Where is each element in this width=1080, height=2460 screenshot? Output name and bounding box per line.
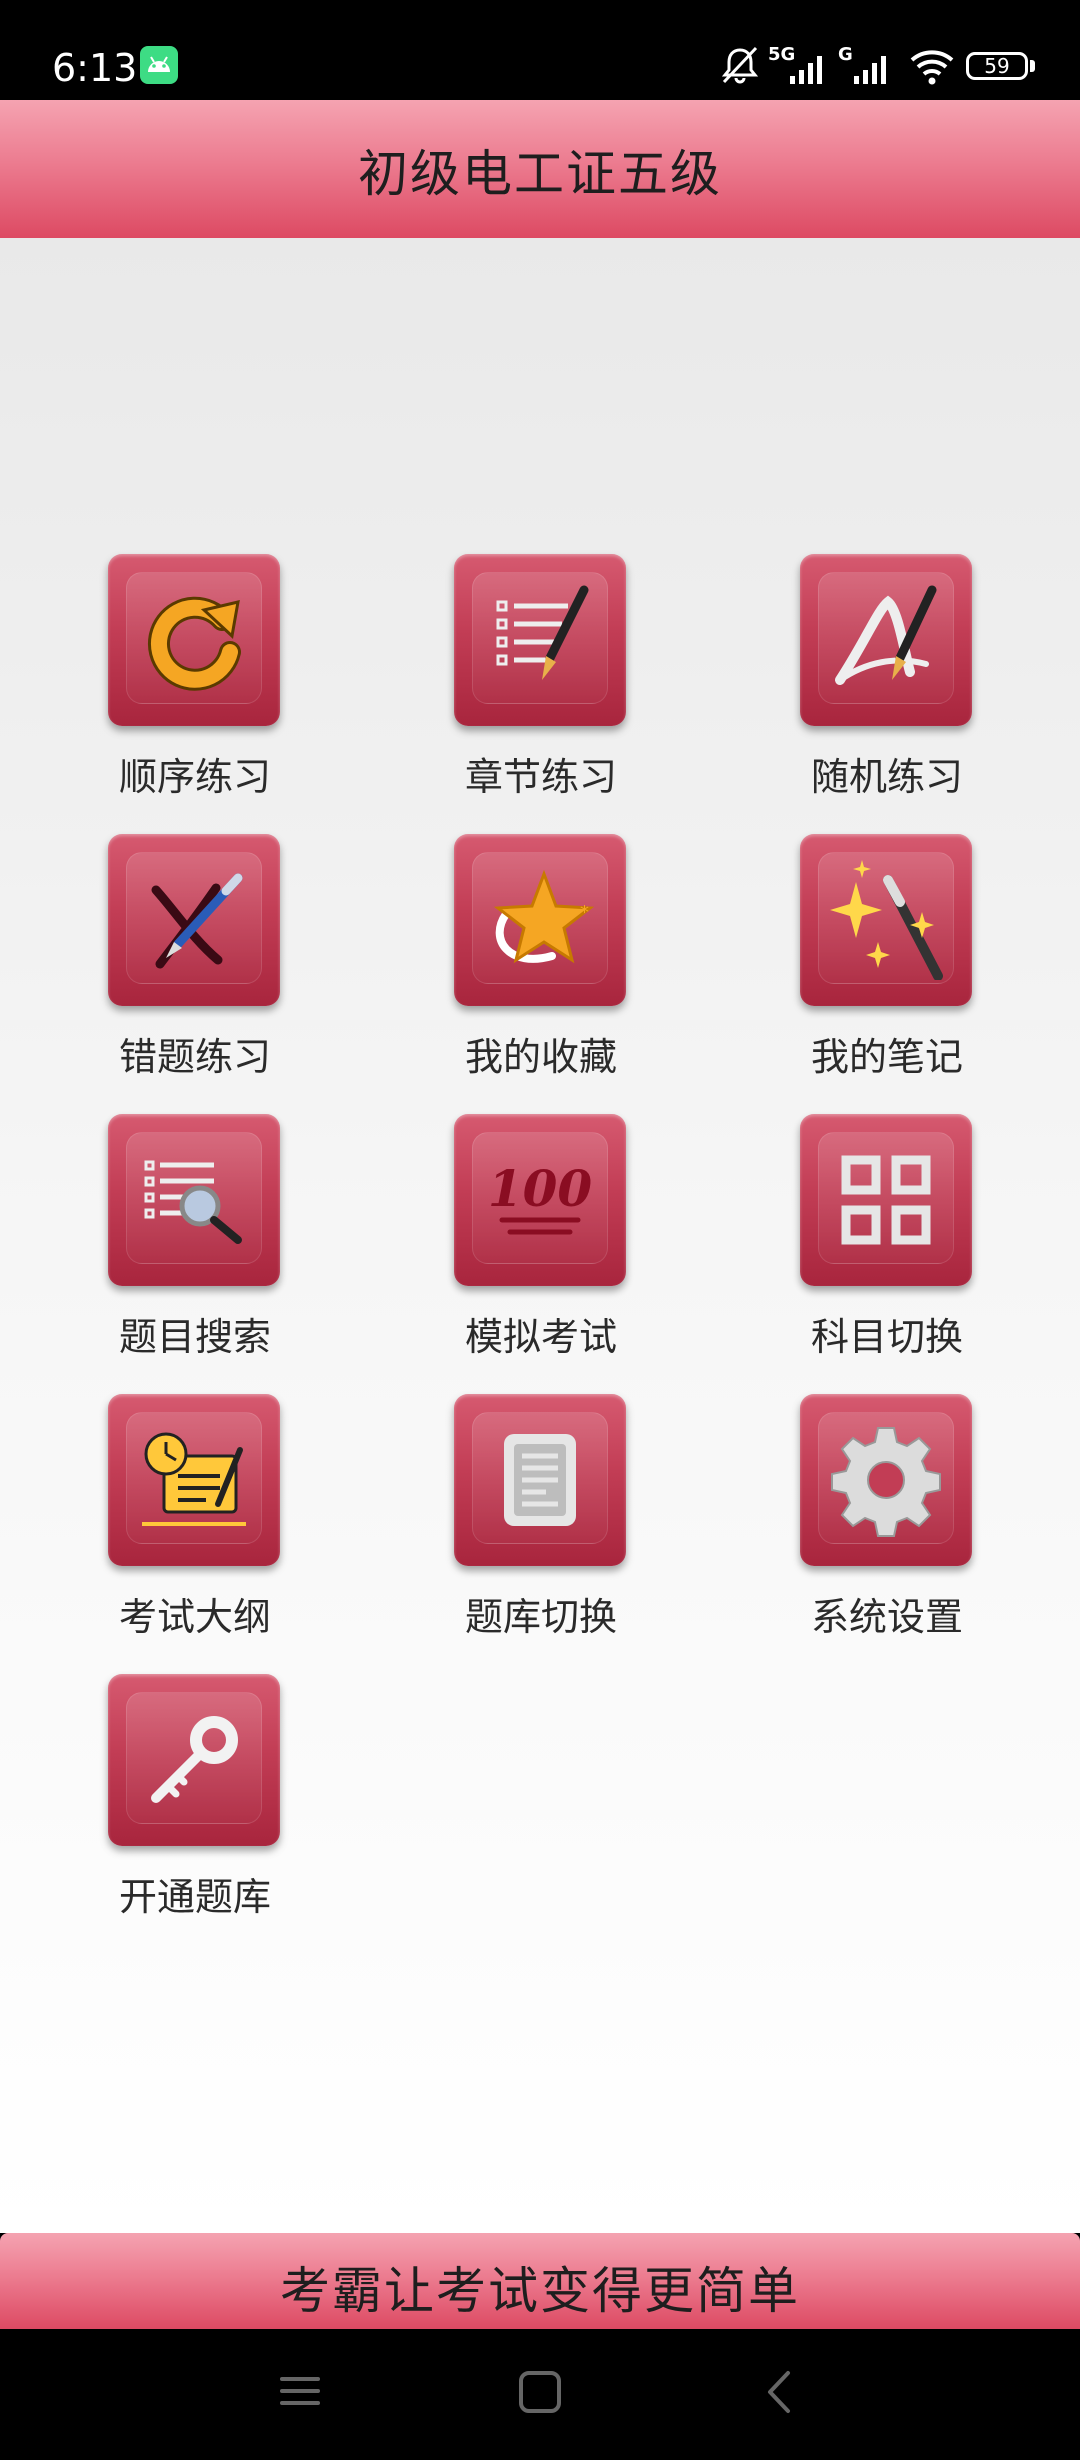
mute-bell-icon bbox=[721, 46, 759, 84]
menu-item-my-notes[interactable]: 我的笔记 bbox=[767, 834, 1007, 1114]
menu-item-unlock-question-bank[interactable]: 开通题库 bbox=[75, 1674, 315, 1954]
tile-label: 我的收藏 bbox=[464, 1035, 617, 1079]
menu-item-system-settings[interactable]: 系统设置 bbox=[767, 1394, 1007, 1674]
tile-label: 章节练习 bbox=[464, 755, 617, 799]
tile-label: 题目搜索 bbox=[118, 1315, 271, 1359]
gear-icon bbox=[831, 1427, 941, 1537]
list-pen-icon bbox=[496, 585, 589, 680]
network-label-2: G bbox=[838, 44, 853, 65]
tile-label: 我的笔记 bbox=[810, 1035, 963, 1079]
my-favorites-button[interactable]: * bbox=[454, 834, 626, 1006]
chapter-practice-button[interactable] bbox=[454, 554, 626, 726]
battery-tip bbox=[1030, 60, 1035, 72]
system-settings-button[interactable] bbox=[800, 1394, 972, 1566]
svg-text:100: 100 bbox=[488, 1159, 593, 1218]
app-screen: 6:13 5G G 59 初级电工证五级 顺序练习 章节练习 随机练习 错题练习… bbox=[0, 0, 1080, 2460]
mock-exam-button[interactable]: 100 bbox=[454, 1114, 626, 1286]
home-icon[interactable] bbox=[517, 2369, 563, 2415]
menu-item-mock-exam[interactable]: 100 模拟考试 bbox=[421, 1114, 661, 1394]
menu-item-chapter-practice[interactable]: 章节练习 bbox=[421, 554, 661, 834]
menu-item-question-search[interactable]: 题目搜索 bbox=[75, 1114, 315, 1394]
footer-slogan: 考霸让考试变得更简单 bbox=[280, 2262, 800, 2320]
star-icon: * bbox=[493, 869, 595, 964]
tile-label: 模拟考试 bbox=[464, 1315, 617, 1359]
tile-label: 错题练习 bbox=[118, 1035, 271, 1079]
back-icon[interactable] bbox=[758, 2369, 802, 2415]
tile-label: 顺序练习 bbox=[118, 755, 271, 799]
hundred-icon: 100 bbox=[488, 1159, 593, 1235]
menu-item-exam-outline[interactable]: 考试大纲 bbox=[75, 1394, 315, 1674]
svg-text:*: * bbox=[580, 902, 589, 923]
unlock-question-bank-button[interactable] bbox=[108, 1674, 280, 1846]
random-pen-icon bbox=[835, 585, 937, 685]
key-icon bbox=[151, 1716, 238, 1803]
status-icons: 5G G 59 bbox=[720, 0, 1080, 100]
menu-item-my-favorites[interactable]: * 我的收藏 bbox=[421, 834, 661, 1114]
search-list-icon bbox=[144, 1160, 242, 1244]
signal-icon-2 bbox=[854, 56, 886, 84]
subject-switch-button[interactable] bbox=[800, 1114, 972, 1286]
my-notes-button[interactable] bbox=[800, 834, 972, 1006]
tile-label: 随机练习 bbox=[810, 755, 963, 799]
tile-label: 开通题库 bbox=[118, 1875, 271, 1919]
question-bank-switch-button[interactable] bbox=[454, 1394, 626, 1566]
random-practice-button[interactable] bbox=[800, 554, 972, 726]
footer-banner[interactable]: 考霸让考试变得更简单 bbox=[0, 2233, 1080, 2329]
grid-icon bbox=[841, 1155, 931, 1245]
tile-label: 系统设置 bbox=[810, 1595, 963, 1639]
exam-outline-button[interactable] bbox=[108, 1394, 280, 1566]
navigation-bar bbox=[0, 2329, 1080, 2460]
menu-item-sequential-practice[interactable]: 顺序练习 bbox=[75, 554, 315, 834]
status-time: 6:13 bbox=[52, 46, 138, 90]
menu-item-subject-switch[interactable]: 科目切换 bbox=[767, 1114, 1007, 1394]
wrong-practice-button[interactable] bbox=[108, 834, 280, 1006]
refresh-arrow-icon bbox=[147, 596, 241, 691]
app-header: 初级电工证五级 bbox=[0, 100, 1080, 238]
question-search-button[interactable] bbox=[108, 1114, 280, 1286]
document-icon bbox=[504, 1434, 576, 1526]
menu-item-question-bank-switch[interactable]: 题库切换 bbox=[421, 1394, 661, 1674]
wifi-icon bbox=[910, 50, 954, 85]
menu-item-wrong-practice[interactable]: 错题练习 bbox=[75, 834, 315, 1114]
battery-icon: 59 bbox=[966, 52, 1028, 80]
menu-item-random-practice[interactable]: 随机练习 bbox=[767, 554, 1007, 834]
page-title: 初级电工证五级 bbox=[358, 145, 722, 203]
android-icon bbox=[140, 46, 178, 84]
tile-label: 科目切换 bbox=[810, 1315, 963, 1359]
status-bar: 6:13 5G G 59 bbox=[0, 0, 1080, 100]
sequential-practice-button[interactable] bbox=[108, 554, 280, 726]
main-content: 顺序练习 章节练习 随机练习 错题练习 * 我的收藏 我的笔记 题目搜索 100… bbox=[0, 238, 1080, 2233]
tile-label: 题库切换 bbox=[464, 1595, 617, 1639]
signal-icon bbox=[790, 56, 822, 84]
menu-icon[interactable] bbox=[278, 2369, 322, 2413]
wrong-pen-icon bbox=[151, 873, 243, 969]
magic-wand-icon bbox=[830, 860, 943, 980]
tile-label: 考试大纲 bbox=[118, 1595, 271, 1639]
outline-clock-icon bbox=[142, 1432, 246, 1526]
